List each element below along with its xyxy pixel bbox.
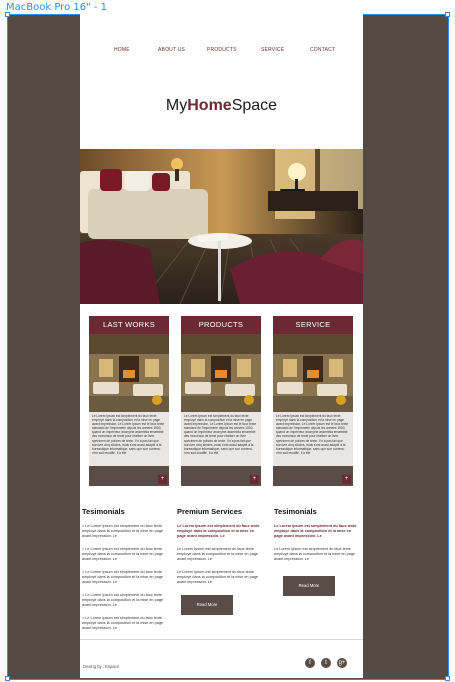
logo-part-home: Home xyxy=(187,97,232,114)
living-room-photo xyxy=(181,334,261,412)
column-title: Tesimonials xyxy=(274,507,317,516)
nav-home[interactable]: HOME xyxy=(114,47,130,53)
card-title: LAST WORKS xyxy=(89,316,169,334)
resize-handle[interactable] xyxy=(445,676,450,681)
read-more-button[interactable]: Read More xyxy=(181,595,233,615)
service-item: Le Lorem Ipsum est simplement du faux te… xyxy=(177,570,259,584)
card-text: Le Lorem Ipsum est simplement du faux te… xyxy=(181,412,261,466)
nav-products[interactable]: PRODUCTS xyxy=(207,47,237,53)
card-service[interactable]: SERVICE Le Lorem Ipsum est simplement du… xyxy=(273,316,353,486)
resize-handle[interactable] xyxy=(445,12,450,17)
logo-part-space: Space xyxy=(231,97,278,114)
column-title: Tesimonials xyxy=(82,507,125,516)
twitter-icon[interactable]: t xyxy=(321,658,331,668)
premium-services-column: Premium Services Le Lorem Ipsum est simp… xyxy=(177,507,263,615)
testimonial-item: > Le Lorem Ipsum est simplement du faux … xyxy=(82,524,164,538)
card-text: Le Lorem Ipsum est simplement du faux te… xyxy=(273,412,353,466)
card-title: PRODUCTS xyxy=(181,316,261,334)
testimonial-item: Le Lorem Ipsum est simplement du faux te… xyxy=(274,547,356,561)
nav-contact[interactable]: CONTACT xyxy=(310,47,335,53)
testimonial-item: > Le Lorem Ipsum est simplement du faux … xyxy=(82,570,164,584)
footer-divider xyxy=(80,639,363,640)
site-logo[interactable]: MyHomeSpace xyxy=(80,97,363,115)
footer-credit: Desing by : Espace xyxy=(83,664,120,669)
page: HOME ABOUT US PRODUCTS SERVICE CONTACT M… xyxy=(80,14,363,678)
service-highlight: Le Lorem Ipsum est simplement du faux te… xyxy=(177,524,260,538)
testimonial-item: > Le Lorem Ipsum est simplement du faux … xyxy=(82,547,164,561)
nav-service[interactable]: SERVICE xyxy=(261,47,284,53)
card-products[interactable]: PRODUCTS Le Lorem Ipsum est simplement d… xyxy=(181,316,261,486)
living-room-photo xyxy=(273,334,353,412)
testimonial-item: > Le Lorem Ipsum est simplement du faux … xyxy=(82,616,164,630)
card-last-works[interactable]: LAST WORKS Le Lorem Ipsum est simplement… xyxy=(89,316,169,486)
plus-icon[interactable]: + xyxy=(342,475,351,484)
hotel-room-photo xyxy=(80,149,363,304)
facebook-icon[interactable]: f xyxy=(305,658,315,668)
plus-icon[interactable]: + xyxy=(158,475,167,484)
column-title: Premium Services xyxy=(177,507,243,516)
resize-handle[interactable] xyxy=(5,676,10,681)
testimonials-column: Tesimonials > Le Lorem Ipsum est simplem… xyxy=(82,507,168,639)
card-title: SERVICE xyxy=(273,316,353,334)
resize-handle[interactable] xyxy=(5,12,10,17)
card-text: Le Lorem Ipsum est simplement du faux te… xyxy=(89,412,169,466)
logo-part-my: My xyxy=(165,97,188,114)
hero-image xyxy=(80,149,363,304)
testimonial-item: > Le Lorem Ipsum est simplement du faux … xyxy=(82,593,164,607)
top-nav: HOME ABOUT US PRODUCTS SERVICE CONTACT xyxy=(80,47,363,59)
read-more-button[interactable]: Read More xyxy=(283,576,335,596)
frame-label: MacBook Pro 16" - 1 xyxy=(6,2,108,13)
testimonials-column-2: Tesimonials Le Lorem Ipsum est simplemen… xyxy=(274,507,360,596)
testimonial-highlight: Le Lorem Ipsum est simplement du faux te… xyxy=(274,524,357,538)
living-room-photo xyxy=(89,334,169,412)
service-item: Le Lorem Ipsum est simplement du faux te… xyxy=(177,547,259,561)
nav-about-us[interactable]: ABOUT US xyxy=(158,47,185,53)
google-plus-icon[interactable]: g+ xyxy=(337,658,347,668)
plus-icon[interactable]: + xyxy=(250,475,259,484)
